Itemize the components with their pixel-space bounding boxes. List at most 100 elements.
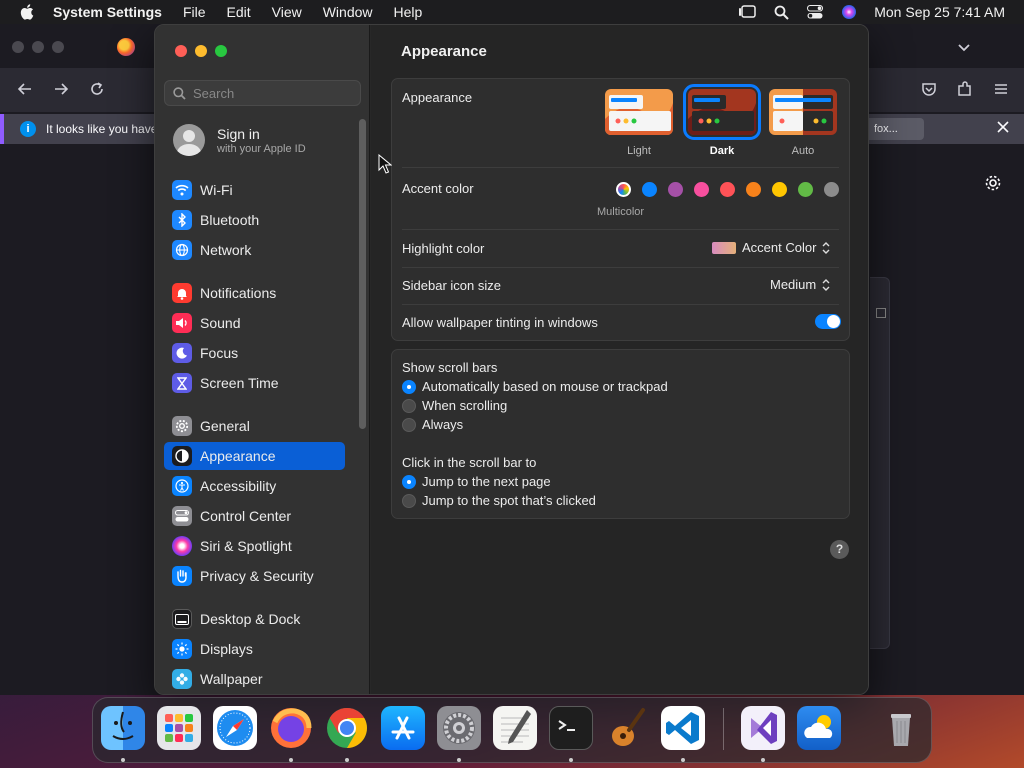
panel-handle-icon[interactable] xyxy=(876,308,886,318)
accent-yellow-swatch[interactable] xyxy=(772,182,787,197)
reload-icon[interactable] xyxy=(88,80,106,98)
window-zoom-button[interactable] xyxy=(215,45,227,57)
sidebar-item-network[interactable]: Network xyxy=(164,236,345,264)
sun-icon xyxy=(172,639,192,659)
menu-window[interactable]: Window xyxy=(323,4,373,20)
radio-button[interactable] xyxy=(402,474,416,489)
pocket-icon[interactable] xyxy=(920,80,938,98)
sidebar-item-accessibility[interactable]: Accessibility xyxy=(164,472,345,500)
wallpaper-tinting-toggle[interactable] xyxy=(815,314,841,329)
visual-studio-icon[interactable] xyxy=(741,706,785,750)
gear-icon[interactable] xyxy=(984,174,1002,192)
appearance-dark-option[interactable] xyxy=(683,84,761,140)
trash-icon[interactable] xyxy=(879,706,923,750)
accent-purple-swatch[interactable] xyxy=(668,182,683,197)
forward-arrow-icon[interactable] xyxy=(52,80,70,98)
help-button[interactable]: ? xyxy=(830,540,849,559)
sidebar-item-wifi[interactable]: Wi-Fi xyxy=(164,176,345,204)
sidebar-item-bluetooth[interactable]: Bluetooth xyxy=(164,206,345,234)
garageband-icon[interactable] xyxy=(605,706,649,750)
click-jump-next-page-option[interactable]: Jump to the next page xyxy=(402,474,551,489)
radio-button[interactable] xyxy=(402,493,416,508)
sidebar-item-screen-time[interactable]: Screen Time xyxy=(164,369,345,397)
sidebar-item-control-center[interactable]: Control Center xyxy=(164,502,345,530)
browser-minimize-dot[interactable] xyxy=(32,41,44,53)
sidebar-item-general[interactable]: General xyxy=(164,412,345,440)
menubar-clock[interactable]: Mon Sep 25 7:41 AM xyxy=(874,4,1005,20)
accent-orange-swatch[interactable] xyxy=(746,182,761,197)
flower-icon xyxy=(172,669,192,689)
appearance-light-option[interactable] xyxy=(605,89,673,135)
app-store-icon[interactable] xyxy=(381,706,425,750)
menu-file[interactable]: File xyxy=(183,4,206,20)
sidebar-item-appearance[interactable]: Appearance xyxy=(164,442,345,470)
apple-icon[interactable] xyxy=(19,3,37,21)
accent-graphite-swatch[interactable] xyxy=(824,182,839,197)
finder-icon[interactable] xyxy=(101,706,145,750)
accent-blue-swatch[interactable] xyxy=(642,182,657,197)
radio-label: Automatically based on mouse or trackpad xyxy=(422,379,668,394)
sidebar-item-sound[interactable]: Sound xyxy=(164,309,345,337)
browser-zoom-dot[interactable] xyxy=(52,41,64,53)
radio-button[interactable] xyxy=(402,417,416,432)
highlight-color-popup[interactable]: Accent Color xyxy=(712,240,831,255)
sidebar-item-desktop-dock[interactable]: Desktop & Dock xyxy=(164,605,345,633)
firefox-tab-icon[interactable] xyxy=(117,38,135,56)
safari-icon[interactable] xyxy=(213,706,257,750)
menu-view[interactable]: View xyxy=(272,4,302,20)
settings-sidebar: Sign in with your Apple ID Wi-Fi Bluetoo… xyxy=(155,25,370,694)
sidebar-item-notifications[interactable]: Notifications xyxy=(164,279,345,307)
stage-manager-icon[interactable] xyxy=(738,4,756,20)
sidebar-item-displays[interactable]: Displays xyxy=(164,635,345,663)
control-center-icon[interactable] xyxy=(806,4,824,20)
vscode-icon[interactable] xyxy=(661,706,705,750)
browser-close-dot[interactable] xyxy=(12,41,24,53)
firefox-icon[interactable] xyxy=(269,706,313,750)
accent-green-swatch[interactable] xyxy=(798,182,813,197)
appearance-light-label: Light xyxy=(627,145,651,157)
back-arrow-icon[interactable] xyxy=(16,80,34,98)
scroll-bars-automatic-option[interactable]: Automatically based on mouse or trackpad xyxy=(402,379,668,394)
siri-icon[interactable] xyxy=(840,4,858,20)
appearance-auto-option[interactable] xyxy=(769,89,837,135)
menu-help[interactable]: Help xyxy=(394,4,423,20)
sidebar-icon-size-popup[interactable]: Medium xyxy=(770,277,831,292)
extensions-icon[interactable] xyxy=(956,80,974,98)
search-field[interactable] xyxy=(164,80,361,106)
accent-multicolor-swatch[interactable] xyxy=(616,182,631,197)
sidebar-item-focus[interactable]: Focus xyxy=(164,339,345,367)
appearance-pane: Appearance Appearance Light Dark Auto Ac… xyxy=(371,25,868,694)
accent-red-swatch[interactable] xyxy=(720,182,735,197)
sidebar-item-siri-spotlight[interactable]: Siri & Spotlight xyxy=(164,532,345,560)
chevron-down-icon[interactable] xyxy=(955,38,973,56)
system-settings-icon[interactable] xyxy=(437,706,481,750)
sidebar-scrollbar[interactable] xyxy=(359,119,366,429)
scroll-bars-when-scrolling-option[interactable]: When scrolling xyxy=(402,398,507,413)
terminal-icon[interactable] xyxy=(549,706,593,750)
click-jump-to-spot-option[interactable]: Jump to the spot that’s clicked xyxy=(402,493,596,508)
wifi-icon xyxy=(172,180,192,200)
menu-app-name[interactable]: System Settings xyxy=(53,4,162,20)
window-close-button[interactable] xyxy=(175,45,187,57)
notification-action-button[interactable]: fox... xyxy=(864,118,924,140)
menu-edit[interactable]: Edit xyxy=(227,4,251,20)
search-input[interactable] xyxy=(193,85,353,101)
sidebar-item-privacy-security[interactable]: Privacy & Security xyxy=(164,562,345,590)
scroll-bars-always-option[interactable]: Always xyxy=(402,417,463,432)
accent-pink-swatch[interactable] xyxy=(694,182,709,197)
window-minimize-button[interactable] xyxy=(195,45,207,57)
dock-separator xyxy=(723,708,724,750)
radio-label: Jump to the spot that’s clicked xyxy=(422,493,596,508)
scroll-bar-settings-group: Show scroll bars Automatically based on … xyxy=(391,349,850,519)
chrome-icon[interactable] xyxy=(325,706,369,750)
weather-icon[interactable] xyxy=(797,706,841,750)
close-icon[interactable] xyxy=(996,120,1010,134)
sidebar-item-wallpaper[interactable]: Wallpaper xyxy=(164,665,345,693)
spotlight-search-icon[interactable] xyxy=(772,4,790,20)
hamburger-menu-icon[interactable] xyxy=(992,80,1010,98)
launchpad-icon[interactable] xyxy=(157,706,201,750)
apple-id-signin[interactable]: Sign in with your Apple ID xyxy=(173,123,353,157)
radio-button[interactable] xyxy=(402,379,416,394)
textedit-icon[interactable] xyxy=(493,706,537,750)
radio-button[interactable] xyxy=(402,398,416,413)
